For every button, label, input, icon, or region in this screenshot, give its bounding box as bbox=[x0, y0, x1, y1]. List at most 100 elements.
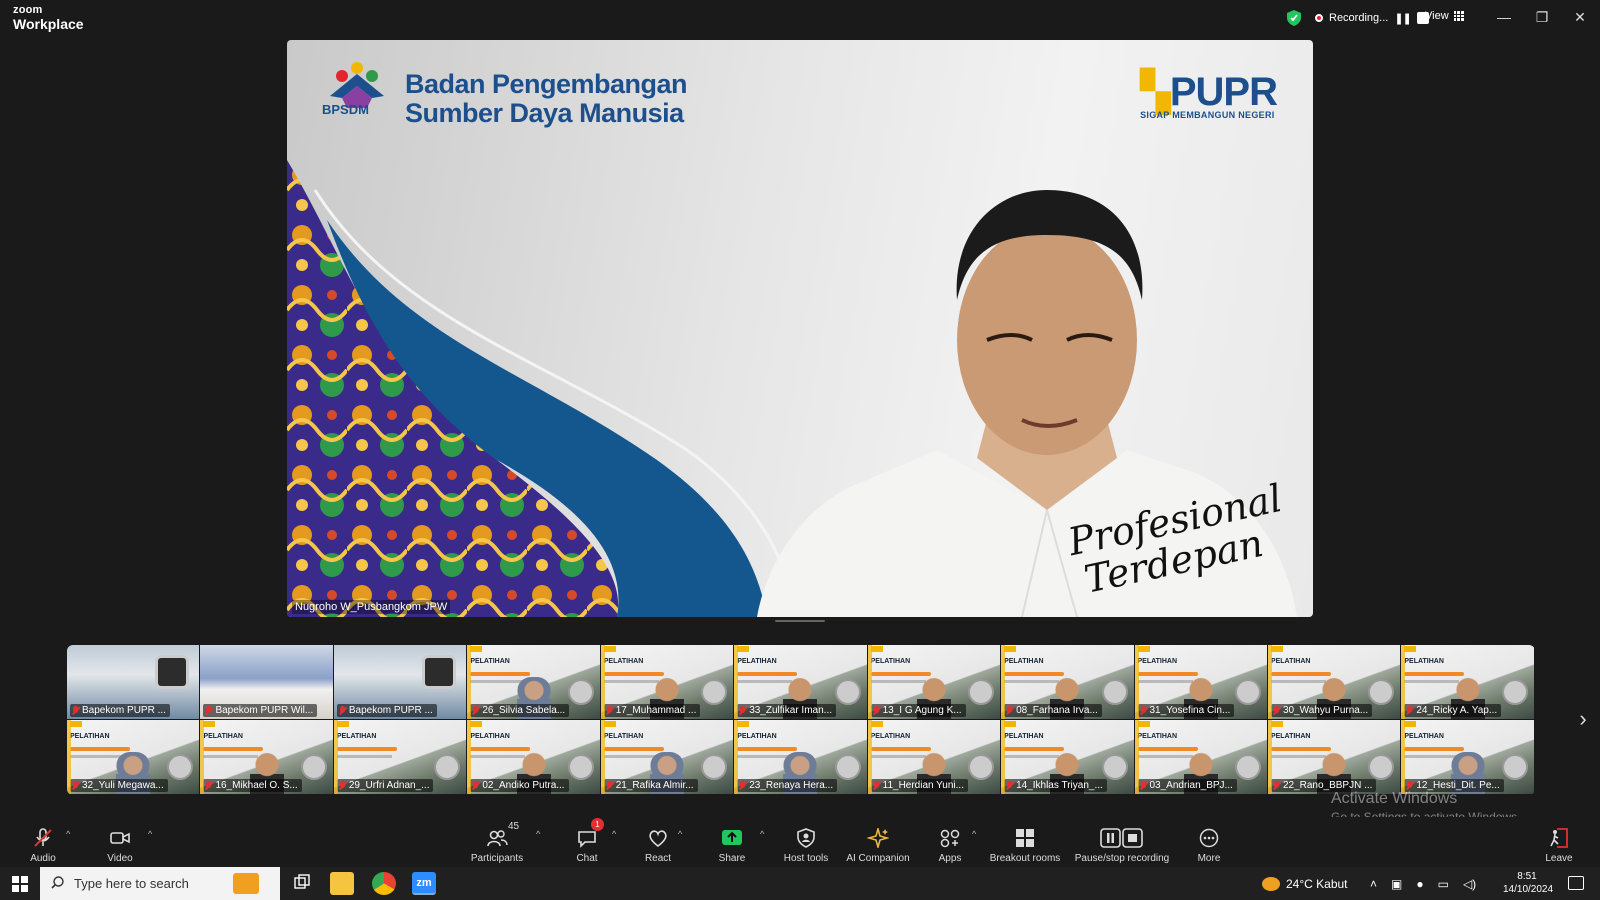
windows-start-icon[interactable] bbox=[12, 876, 28, 892]
share-button[interactable]: Share bbox=[715, 817, 749, 867]
seal-icon bbox=[834, 679, 861, 705]
participant-tile[interactable]: PELATIHAN 21_Rafika Almir... bbox=[600, 720, 735, 795]
search-placeholder: Type here to search bbox=[74, 876, 189, 891]
volume-icon[interactable]: ◁) bbox=[1463, 877, 1476, 891]
tile-subtitle-bar bbox=[1270, 755, 1326, 758]
seal-icon bbox=[1368, 754, 1395, 780]
pupr-mini-logo-icon bbox=[603, 646, 616, 652]
participant-tile[interactable]: PELATIHAN 13_I G Agung K... bbox=[867, 645, 1002, 720]
meet-now-icon[interactable]: ▣ bbox=[1391, 877, 1402, 891]
apps-caret-icon[interactable]: ^ bbox=[972, 829, 976, 839]
task-view-icon[interactable] bbox=[290, 872, 314, 895]
tile-header: PELATIHAN bbox=[1270, 658, 1311, 665]
audio-options-caret-icon[interactable]: ^ bbox=[66, 829, 70, 839]
apps-button[interactable]: Apps bbox=[932, 817, 968, 867]
participant-tile[interactable]: PELATIHAN 24_Ricky A. Yap... bbox=[1401, 645, 1535, 720]
chat-caret-icon[interactable]: ^ bbox=[612, 829, 616, 839]
participant-name: 26_Silvia Sabela... bbox=[482, 705, 566, 716]
shield-check-icon[interactable] bbox=[1287, 10, 1301, 26]
network-icon[interactable]: ▭ bbox=[1438, 877, 1449, 891]
audio-button[interactable]: Audio bbox=[27, 817, 59, 867]
audio-label: Audio bbox=[30, 853, 56, 864]
chat-button[interactable]: 1 Chat bbox=[570, 817, 604, 867]
participant-tile[interactable]: PELATIHAN 22_Rano_BBPJN ... bbox=[1267, 720, 1402, 795]
host-tools-button[interactable]: Host tools bbox=[781, 817, 831, 867]
taskbar-clock[interactable]: 8:51 14/10/2024 bbox=[1503, 870, 1553, 896]
video-button[interactable]: Video bbox=[104, 817, 136, 867]
participant-tile[interactable]: PELATIHAN 03_Andrian_BPJ... bbox=[1134, 720, 1268, 795]
close-button[interactable]: ✕ bbox=[1570, 8, 1590, 26]
seal-icon bbox=[434, 754, 461, 780]
participant-name-label: 21_Rafika Almir... bbox=[603, 779, 698, 792]
briefcase-app-icon[interactable] bbox=[233, 873, 259, 894]
breakout-rooms-button[interactable]: Breakout rooms bbox=[990, 817, 1060, 867]
next-page-chevron-icon[interactable]: › bbox=[1574, 708, 1592, 732]
apps-label: Apps bbox=[938, 853, 962, 864]
participant-tile[interactable]: PELATIHAN 30_Wahyu Purna... bbox=[1267, 645, 1402, 720]
speaker-name: Nugroho W_Pusbangkom JPW bbox=[292, 600, 451, 614]
resize-handle[interactable] bbox=[775, 620, 825, 622]
tile-subtitle-bar bbox=[1004, 755, 1060, 758]
participant-tile[interactable]: PELATIHAN 08_Farhana Irva... bbox=[1001, 645, 1135, 720]
mic-muted-icon bbox=[1140, 781, 1147, 790]
ai-companion-button[interactable]: AI Companion bbox=[846, 817, 910, 867]
zoom-taskbar-icon[interactable]: zm bbox=[412, 872, 436, 895]
pause-stop-recording-button[interactable]: Pause/stop recording bbox=[1072, 817, 1172, 867]
pause-recording-icon[interactable]: ❚❚ bbox=[1394, 12, 1411, 25]
participant-tile[interactable]: PELATIHAN 12_Hesti_Dit. Pe... bbox=[1401, 720, 1535, 795]
react-caret-icon[interactable]: ^ bbox=[678, 829, 682, 839]
system-tray: ˄ ▣ ● ▭ ◁) bbox=[1370, 867, 1476, 900]
restore-button[interactable]: ❐ bbox=[1532, 8, 1552, 26]
mic-muted-icon bbox=[873, 781, 880, 790]
participant-tile[interactable]: PELATIHAN 17_Muhammad ... bbox=[600, 645, 735, 720]
chevron-up-icon[interactable]: ˄ bbox=[1370, 877, 1377, 891]
weather-widget[interactable]: 24°C Kabut bbox=[1262, 867, 1348, 900]
participant-name: Bapekom PUPR ... bbox=[82, 705, 166, 716]
active-speaker-video[interactable]: BPSDM Badan Pengembangan Sumber Daya Man… bbox=[287, 40, 1313, 617]
minimize-button[interactable]: — bbox=[1494, 8, 1514, 26]
participant-name-label: 26_Silvia Sabela... bbox=[470, 704, 570, 717]
notification-icon[interactable] bbox=[1568, 876, 1584, 890]
participant-tile[interactable]: PELATIHAN 11_Herdian Yuni... bbox=[867, 720, 1002, 795]
chrome-icon[interactable] bbox=[372, 872, 396, 895]
participant-name: Bapekom PUPR ... bbox=[348, 705, 433, 716]
participant-tile[interactable]: PELATIHAN 02_Andiko Putra... bbox=[467, 720, 601, 795]
tile-banner bbox=[1004, 672, 1065, 676]
participants-caret-icon[interactable]: ^ bbox=[536, 829, 540, 839]
react-button[interactable]: React bbox=[640, 817, 676, 867]
share-caret-icon[interactable]: ^ bbox=[760, 829, 764, 839]
participant-tile[interactable]: PELATIHAN 26_Silvia Sabela... bbox=[467, 645, 601, 720]
view-button[interactable]: View bbox=[1425, 10, 1464, 22]
participant-tile[interactable]: Bapekom PUPR Wil... bbox=[200, 645, 334, 720]
participant-tile[interactable]: PELATIHAN 29_Urfri Adnan_... bbox=[333, 720, 468, 795]
seal-icon bbox=[701, 754, 728, 780]
tile-banner bbox=[470, 672, 531, 676]
participant-name: 03_Andrian_BPJ... bbox=[1149, 780, 1233, 791]
pupr-mini-logo-icon bbox=[470, 721, 483, 727]
more-dots-icon bbox=[1199, 828, 1219, 848]
participant-name: 24_Ricky A. Yap... bbox=[1416, 705, 1498, 716]
participant-name-label: 23_Renaya Hera... bbox=[737, 779, 838, 792]
mic-muted-icon bbox=[873, 706, 880, 715]
participant-tile[interactable]: PELATIHAN 33_Zulfikar Iman... bbox=[734, 645, 868, 720]
participants-button[interactable]: 45 Participants bbox=[468, 817, 526, 867]
participant-tile[interactable]: PELATIHAN 32_Yuli Megawa... bbox=[67, 720, 201, 795]
participant-tile[interactable]: PELATIHAN 23_Renaya Hera... bbox=[734, 720, 868, 795]
participant-tile[interactable]: Bapekom PUPR ... bbox=[67, 645, 201, 720]
video-options-caret-icon[interactable]: ^ bbox=[148, 829, 152, 839]
participant-tile[interactable]: PELATIHAN 31_Yosefina Cin... bbox=[1134, 645, 1268, 720]
microphone-icon[interactable]: ● bbox=[1416, 877, 1423, 891]
participant-name: 29_Urfri Adnan_... bbox=[348, 780, 430, 791]
leave-button[interactable]: Leave bbox=[1543, 817, 1575, 867]
file-explorer-icon[interactable] bbox=[330, 872, 354, 895]
participant-tile[interactable]: PELATIHAN 14_Ikhlas Triyan_... bbox=[1001, 720, 1135, 795]
mic-muted-icon bbox=[72, 781, 79, 790]
participant-tile[interactable]: PELATIHAN 16_Mikhael O. S... bbox=[200, 720, 334, 795]
seal-icon bbox=[167, 754, 194, 780]
tile-subtitle-bar bbox=[1404, 680, 1460, 683]
pupr-mini-logo-icon bbox=[203, 721, 216, 727]
mic-muted-icon bbox=[205, 706, 212, 715]
more-button[interactable]: More bbox=[1192, 817, 1226, 867]
tile-banner bbox=[336, 747, 397, 751]
participant-tile[interactable]: Bapekom PUPR ... bbox=[333, 645, 468, 720]
